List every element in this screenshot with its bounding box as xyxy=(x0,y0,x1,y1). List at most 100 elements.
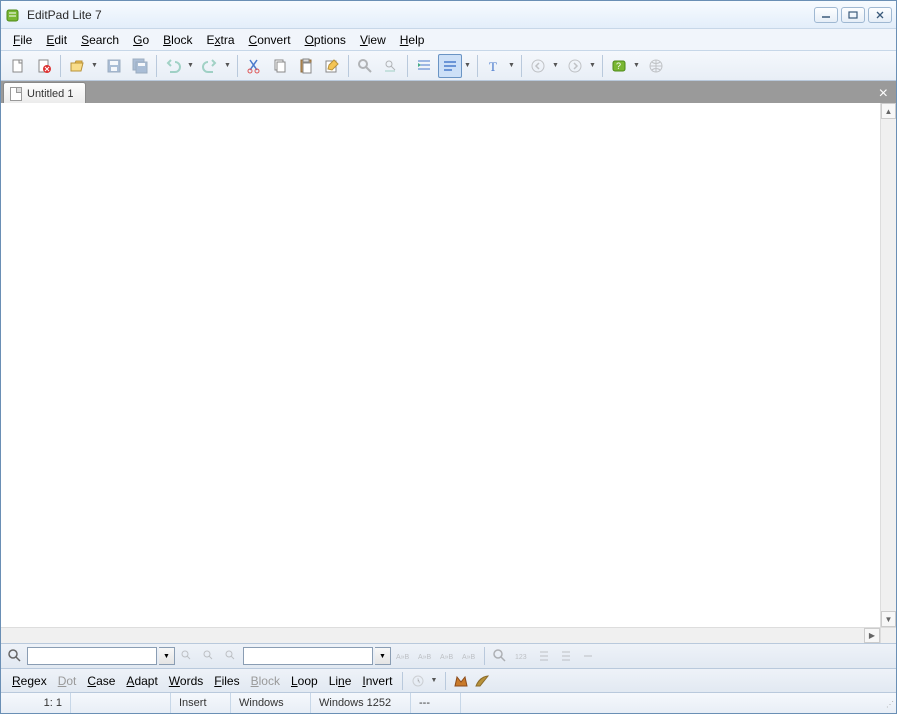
opt-adapt[interactable]: Adapt xyxy=(121,672,162,690)
menu-edit[interactable]: Edit xyxy=(40,31,73,49)
menu-convert[interactable]: Convert xyxy=(243,31,297,49)
text-editor[interactable] xyxy=(1,103,880,627)
minimize-button[interactable] xyxy=(814,7,838,23)
separator xyxy=(402,672,403,690)
close-file-button[interactable] xyxy=(32,54,56,78)
toolbar: ▼ ▼ ▼ ▼ T ▼ ▼ ▼ ? ▼ xyxy=(1,51,896,81)
extra-search-button[interactable] xyxy=(578,646,598,666)
font-button[interactable]: T xyxy=(482,54,506,78)
wrap-button[interactable] xyxy=(438,54,462,78)
toolbar-separator xyxy=(521,55,522,77)
count-button[interactable]: 123 xyxy=(512,646,532,666)
history-button[interactable] xyxy=(408,671,428,691)
redo-button[interactable] xyxy=(198,54,222,78)
menu-extra[interactable]: Extra xyxy=(201,31,241,49)
scroll-right-icon[interactable]: ▶ xyxy=(864,628,880,643)
opt-words[interactable]: Words xyxy=(164,672,208,690)
svg-text:A»B: A»B xyxy=(396,654,410,661)
close-button[interactable] xyxy=(868,7,892,23)
save-all-button[interactable] xyxy=(128,54,152,78)
replace-next-button[interactable]: A»B xyxy=(415,646,435,666)
list-button[interactable] xyxy=(556,646,576,666)
replace-button[interactable]: A»B xyxy=(393,646,413,666)
nav-fwd-dropdown[interactable]: ▼ xyxy=(588,62,597,69)
find-next-button[interactable] xyxy=(199,646,219,666)
search-icon[interactable] xyxy=(5,646,25,666)
opt-loop[interactable]: Loop xyxy=(286,672,323,690)
replace-input[interactable] xyxy=(243,647,373,665)
paste-button[interactable] xyxy=(294,54,318,78)
status-encoding[interactable]: Windows 1252 xyxy=(311,693,411,713)
web-button[interactable] xyxy=(644,54,668,78)
replace-all-button[interactable]: A»B xyxy=(437,646,457,666)
find-history-dropdown[interactable]: ▼ xyxy=(159,647,175,665)
close-tab-button[interactable]: × xyxy=(871,85,896,103)
fold-button[interactable] xyxy=(534,646,554,666)
menubar: File Edit Search Go Block Extra Convert … xyxy=(1,29,896,51)
fox-icon[interactable] xyxy=(451,671,471,691)
history-dropdown[interactable]: ▼ xyxy=(429,677,438,684)
indent-button[interactable] xyxy=(412,54,436,78)
nav-back-dropdown[interactable]: ▼ xyxy=(551,62,560,69)
opt-regex[interactable]: Regex xyxy=(7,672,52,690)
replace-history-dropdown[interactable]: ▼ xyxy=(375,647,391,665)
find-input[interactable] xyxy=(27,647,157,665)
window-controls xyxy=(814,7,892,23)
cut-button[interactable] xyxy=(242,54,266,78)
undo-dropdown[interactable]: ▼ xyxy=(186,62,195,69)
app-title: EditPad Lite 7 xyxy=(27,8,814,22)
undo-button[interactable] xyxy=(161,54,185,78)
nav-fwd-button[interactable] xyxy=(563,54,587,78)
replace-files-button[interactable]: A»B xyxy=(459,646,479,666)
status-eol[interactable]: Windows xyxy=(231,693,311,713)
status-position[interactable]: 1: 1 xyxy=(1,693,71,713)
feather-icon[interactable] xyxy=(472,671,492,691)
redo-dropdown[interactable]: ▼ xyxy=(223,62,232,69)
maximize-button[interactable] xyxy=(841,7,865,23)
menu-file[interactable]: File xyxy=(7,31,38,49)
scroll-track[interactable] xyxy=(1,628,864,643)
copy-button[interactable] xyxy=(268,54,292,78)
new-file-button[interactable] xyxy=(6,54,30,78)
opt-line[interactable]: Line xyxy=(324,672,357,690)
menu-go[interactable]: Go xyxy=(127,31,155,49)
open-button[interactable] xyxy=(65,54,89,78)
find-all-button[interactable] xyxy=(221,646,241,666)
save-button[interactable] xyxy=(102,54,126,78)
vertical-scrollbar[interactable]: ▲ ▼ xyxy=(880,103,896,627)
opt-invert[interactable]: Invert xyxy=(357,672,397,690)
help-dropdown[interactable]: ▼ xyxy=(632,62,641,69)
opt-case[interactable]: Case xyxy=(82,672,120,690)
nav-back-button[interactable] xyxy=(526,54,550,78)
resize-grip[interactable]: ⋰ xyxy=(880,695,896,711)
status-bar: 1: 1 Insert Windows Windows 1252 --- ⋰ xyxy=(1,693,896,713)
wrap-dropdown[interactable]: ▼ xyxy=(463,62,472,69)
editor-area: ▲ ▼ xyxy=(1,103,896,627)
menu-search[interactable]: Search xyxy=(75,31,125,49)
app-icon xyxy=(5,7,21,23)
status-blank1 xyxy=(71,693,171,713)
status-mode[interactable]: Insert xyxy=(171,693,231,713)
opt-dot: Dot xyxy=(53,672,82,690)
toolbar-separator xyxy=(156,55,157,77)
menu-view[interactable]: View xyxy=(354,31,392,49)
scroll-down-icon[interactable]: ▼ xyxy=(881,611,896,627)
document-tab[interactable]: Untitled 1 xyxy=(3,82,86,103)
opt-files[interactable]: Files xyxy=(209,672,244,690)
menu-options[interactable]: Options xyxy=(299,31,352,49)
horizontal-scrollbar[interactable]: ▶ xyxy=(1,627,896,643)
svg-text:A»B: A»B xyxy=(418,654,432,661)
menu-help[interactable]: Help xyxy=(394,31,431,49)
scroll-track[interactable] xyxy=(881,119,896,611)
help-button[interactable]: ? xyxy=(607,54,631,78)
highlight-button[interactable] xyxy=(490,646,510,666)
tab-label: Untitled 1 xyxy=(27,88,73,100)
open-dropdown[interactable]: ▼ xyxy=(90,62,99,69)
scroll-up-icon[interactable]: ▲ xyxy=(881,103,896,119)
find-prev-button[interactable] xyxy=(177,646,197,666)
find-button[interactable] xyxy=(353,54,377,78)
find-next-button[interactable] xyxy=(379,54,403,78)
menu-block[interactable]: Block xyxy=(157,31,198,49)
font-dropdown[interactable]: ▼ xyxy=(507,62,516,69)
edit-button[interactable] xyxy=(320,54,344,78)
